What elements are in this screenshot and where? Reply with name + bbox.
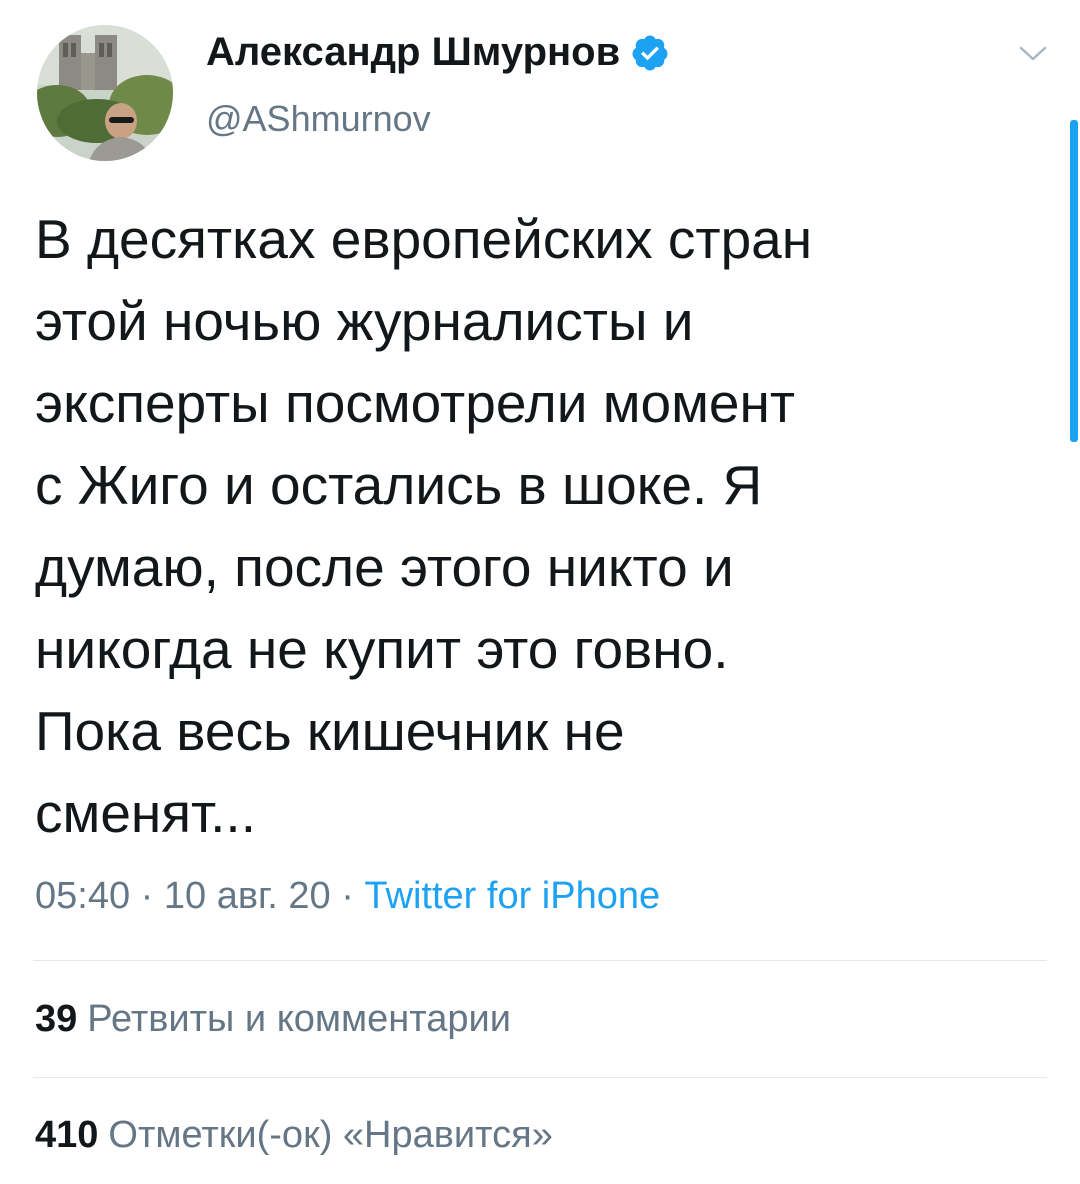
avatar[interactable]	[37, 25, 173, 161]
meta-separator: ·	[130, 875, 164, 917]
author-display-name[interactable]: Александр Шмурнов	[206, 30, 620, 75]
avatar-image	[37, 25, 173, 161]
divider	[33, 1077, 1047, 1078]
tweet-text: В десятках европейских стран этой ночью …	[35, 198, 1045, 854]
chevron-down-icon[interactable]	[1018, 44, 1048, 64]
tweet-date: 10 авг. 20	[163, 875, 331, 917]
tweet-text-line: с Жиго и остались в шоке. Я	[35, 454, 763, 516]
likes-label: Отметки(-ок) «Нравится»	[108, 1114, 553, 1156]
tweet-time: 05:40	[35, 875, 131, 917]
tweet-meta: 05:40 · 10 авг. 20 · Twitter for iPhone	[35, 875, 660, 918]
meta-separator: ·	[330, 875, 365, 917]
retweets-label: Ретвиты и комментарии	[87, 998, 511, 1040]
tweet-text-line: никогда не купит это говно.	[35, 618, 729, 680]
retweets-stat[interactable]: 39 Ретвиты и комментарии	[35, 998, 511, 1041]
likes-stat[interactable]: 410 Отметки(-ок) «Нравится»	[35, 1114, 553, 1157]
author-handle[interactable]: @AShmurnov	[206, 98, 431, 140]
tweet-text-line: сменят...	[35, 782, 256, 844]
scrollbar[interactable]	[1070, 120, 1078, 442]
likes-count: 410	[35, 1114, 99, 1156]
tweet-text-line: В десятках европейских стран	[35, 208, 813, 270]
tweet-text-line: думаю, после этого никто и	[35, 536, 734, 598]
tweet-text-line: Пока весь кишечник не	[35, 700, 625, 762]
tweet-text-line: этой ночью журналисты и	[35, 290, 694, 352]
tweet-source-link[interactable]: Twitter for iPhone	[364, 875, 660, 917]
retweets-count: 39	[35, 998, 78, 1040]
verified-badge-icon	[630, 33, 670, 73]
author-name-row[interactable]: Александр Шмурнов	[206, 30, 670, 75]
divider	[33, 960, 1047, 961]
tweet-text-line: эксперты посмотрели момент	[35, 372, 796, 434]
